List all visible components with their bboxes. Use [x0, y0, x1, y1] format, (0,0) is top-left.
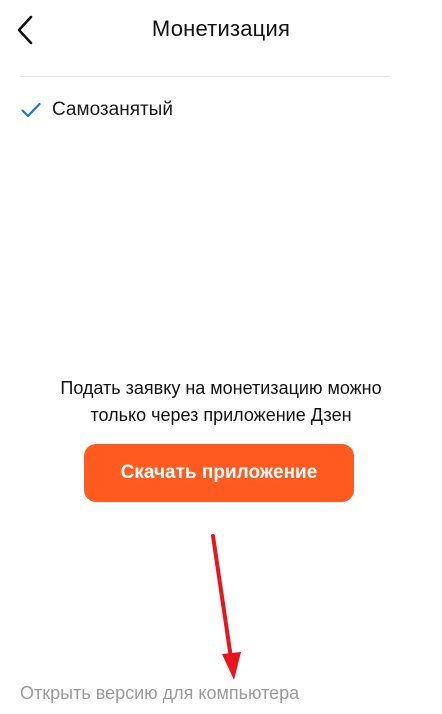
checkmark-icon [20, 99, 42, 121]
open-desktop-version-link[interactable]: Открыть версию для компьютера [20, 683, 299, 704]
info-message: Подать заявку на монетизацию можно тольк… [0, 375, 442, 429]
option-label: Самозанятый [52, 99, 173, 120]
red-arrow-annotation [211, 534, 241, 680]
download-app-button[interactable]: Скачать приложение [84, 444, 354, 502]
header-bar: Монетизация [0, 0, 442, 62]
divider [20, 76, 390, 77]
page-title: Монетизация [151, 16, 291, 41]
info-line-2: только через приложение Дзен [90, 405, 352, 425]
option-self-employed[interactable]: Самозанятый [20, 96, 173, 124]
info-line-1: Подать заявку на монетизацию можно [60, 378, 382, 398]
